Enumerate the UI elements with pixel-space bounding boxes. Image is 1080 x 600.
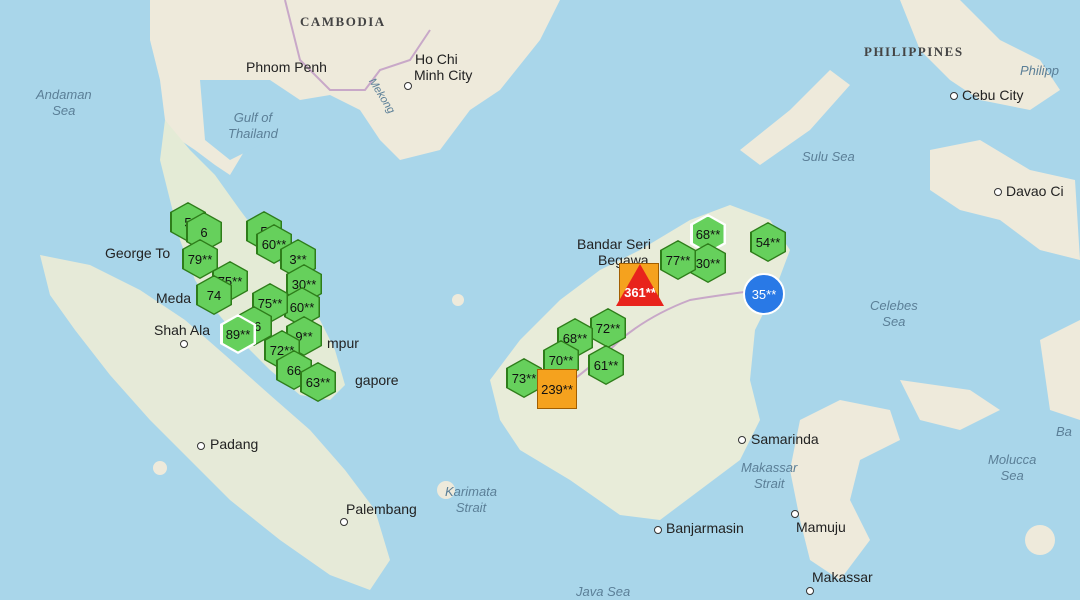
city-label-banjarmasin: Banjarmasin <box>666 520 744 536</box>
sea-label-sulu: Sulu Sea <box>802 149 855 164</box>
city-label-kuala-lumpur: mpur <box>327 335 359 351</box>
station-marker-circle[interactable]: 35** <box>743 273 785 315</box>
city-dot-banjarmasin <box>654 526 662 534</box>
sea-label-makassar-strait: Makassar Strait <box>741 460 798 491</box>
sea-label-gulf-of-thailand: Gulf of Thailand <box>228 110 278 141</box>
country-label-cambodia: CAMBODIA <box>300 14 386 29</box>
station-marker-square[interactable]: 239** <box>537 369 577 409</box>
city-label-ho-chi-minh-1: Ho Chi <box>415 51 458 67</box>
city-label-ho-chi-minh-2: Minh City <box>414 67 473 83</box>
city-label-shah-alam: Shah Ala <box>154 322 211 338</box>
city-label-cebu: Cebu City <box>962 87 1024 103</box>
city-label-samarinda: Samarinda <box>751 431 819 447</box>
sea-label-banda: Ba <box>1056 424 1072 439</box>
city-label-mamuju: Mamuju <box>796 519 846 535</box>
city-label-singapore: gapore <box>355 372 399 388</box>
city-label-makassar: Makassar <box>812 569 873 585</box>
city-dot-samarinda <box>738 436 746 444</box>
sea-label-molucca: Molucca Sea <box>988 452 1037 483</box>
city-dot-cebu <box>950 92 958 100</box>
sea-label-andaman: Andaman Sea <box>36 87 92 118</box>
city-label-medan: Meda <box>156 290 192 306</box>
city-label-bandar-seri-begawan-1: Bandar Seri <box>577 236 651 252</box>
city-label-palembang: Palembang <box>346 501 417 517</box>
city-dot-medan <box>180 340 188 348</box>
city-dot-davao <box>994 188 1002 196</box>
city-dot-padang <box>197 442 205 450</box>
city-dot-palembang <box>340 518 348 526</box>
country-label-philippines: PHILIPPINES <box>864 44 964 59</box>
city-label-phnom-penh: Phnom Penh <box>246 59 327 75</box>
sea-label-karimata-strait: Karimata Strait <box>445 484 498 515</box>
city-dot-makassar <box>806 587 814 595</box>
map-canvas[interactable]: CAMBODIA PHILIPPINES Phnom Penh Ho Chi M… <box>0 0 1080 600</box>
sea-label-celebes: Celebes Sea <box>870 298 918 329</box>
sea-label-philippine: Philipp <box>1020 63 1060 78</box>
city-dot-ho-chi-minh <box>404 82 412 90</box>
city-dot-mamuju <box>791 510 799 518</box>
sea-label-java: Java Sea <box>576 584 631 599</box>
city-label-davao: Davao Ci <box>1006 183 1064 199</box>
city-label-george-town: George To <box>105 245 171 261</box>
city-label-padang: Padang <box>210 436 259 452</box>
